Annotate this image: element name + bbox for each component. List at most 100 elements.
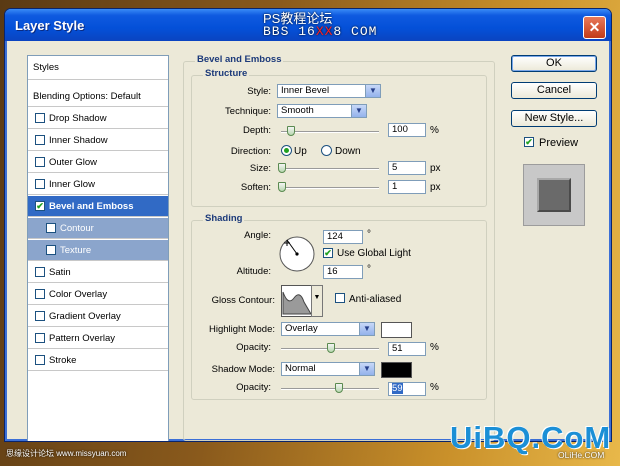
style-item-stroke[interactable]: Stroke	[28, 350, 168, 371]
highlight-opacity-thumb[interactable]	[326, 343, 335, 353]
size-slider-track[interactable]	[281, 168, 379, 170]
style-item-outer-glow[interactable]: Outer Glow	[28, 152, 168, 173]
shadow-opacity-track[interactable]	[281, 388, 379, 390]
direction-up-label: Up	[294, 146, 307, 157]
shadow-mode-label: Shadow Mode:	[211, 364, 275, 375]
gloss-contour-dropdown[interactable]: ▼	[311, 285, 323, 317]
highlight-mode-label: Highlight Mode:	[208, 324, 275, 335]
style-item-checkbox[interactable]	[35, 355, 45, 365]
dialog-title: Layer Style	[15, 18, 85, 33]
chevron-down-icon: ▼	[351, 105, 366, 117]
style-item-color-overlay[interactable]: Color Overlay	[28, 284, 168, 305]
chevron-down-icon: ▼	[359, 363, 374, 375]
altitude-label: Altitude:	[236, 266, 271, 277]
layer-style-dialog: Layer Style PS教程论坛 BBS 16XX8 COM ✕ Style…	[4, 8, 612, 442]
anti-aliased-label: Anti-aliased	[349, 294, 402, 305]
watermark-line2: BBS 16XX8 COM	[263, 24, 378, 39]
technique-select[interactable]: Smooth ▼	[277, 104, 367, 118]
shadow-color-swatch[interactable]	[381, 362, 412, 378]
direction-down-label: Down	[335, 146, 361, 157]
site-credit-left: 思缘设计论坛 www.missyuan.com	[6, 449, 127, 458]
depth-unit: %	[430, 125, 439, 136]
styles-list: Styles Blending Options: Default Drop Sh…	[27, 55, 169, 441]
blending-options[interactable]: Blending Options: Default	[28, 86, 168, 107]
style-item-bevel-and-emboss[interactable]: ✔ Bevel and Emboss	[28, 196, 168, 217]
preview-label: Preview	[539, 137, 579, 149]
direction-up-radio[interactable]	[281, 145, 292, 156]
altitude-input[interactable]: 16	[323, 265, 363, 279]
bevel-emboss-title: Bevel and Emboss	[195, 54, 284, 65]
highlight-mode-select[interactable]: Overlay ▼	[281, 322, 375, 336]
highlight-opacity-input[interactable]: 51	[388, 342, 426, 356]
style-item-label: Contour	[60, 223, 94, 234]
chevron-down-icon: ▼	[365, 85, 380, 97]
style-item-checkbox[interactable]	[35, 289, 45, 299]
style-item-checkbox[interactable]	[35, 267, 45, 277]
cancel-button[interactable]: Cancel	[511, 82, 597, 99]
anti-aliased-checkbox[interactable]	[335, 293, 345, 303]
style-item-label: Stroke	[49, 355, 77, 366]
chevron-down-icon: ▼	[359, 323, 374, 335]
highlight-opacity-unit: %	[430, 342, 439, 353]
site-credit-right: OLiHe.COM	[558, 450, 605, 460]
direction-label: Direction:	[230, 146, 271, 157]
use-global-light-checkbox[interactable]: ✔	[323, 248, 333, 258]
structure-title: Structure	[203, 68, 250, 79]
highlight-opacity-label: Opacity:	[236, 342, 271, 353]
direction-down-radio[interactable]	[321, 145, 332, 156]
angle-label: Angle:	[244, 230, 271, 241]
style-item-checkbox[interactable]	[35, 135, 45, 145]
style-item-checkbox[interactable]: ✔	[35, 201, 45, 211]
style-item-contour[interactable]: Contour	[28, 218, 168, 239]
style-item-checkbox[interactable]	[46, 245, 56, 255]
shadow-mode-select[interactable]: Normal ▼	[281, 362, 375, 376]
soften-input[interactable]: 1	[388, 180, 426, 194]
soften-unit: px	[430, 182, 441, 193]
styles-header[interactable]: Styles	[28, 56, 168, 80]
style-select[interactable]: Inner Bevel ▼	[277, 84, 381, 98]
preview-checkbox[interactable]: ✔	[524, 137, 534, 147]
style-item-checkbox[interactable]	[35, 113, 45, 123]
depth-label: Depth:	[243, 125, 271, 136]
depth-input[interactable]: 100	[388, 123, 426, 137]
technique-label: Technique:	[225, 106, 271, 117]
depth-slider-track[interactable]	[281, 131, 379, 133]
style-item-pattern-overlay[interactable]: Pattern Overlay	[28, 328, 168, 349]
gloss-contour-preview[interactable]	[281, 285, 313, 317]
new-style-button[interactable]: New Style...	[511, 110, 597, 127]
angle-dial[interactable]	[278, 235, 316, 273]
style-item-checkbox[interactable]	[35, 311, 45, 321]
style-item-label: Gradient Overlay	[49, 311, 121, 322]
style-item-checkbox[interactable]	[35, 179, 45, 189]
style-item-gradient-overlay[interactable]: Gradient Overlay	[28, 306, 168, 327]
title-bar[interactable]: Layer Style PS教程论坛 BBS 16XX8 COM ✕	[5, 9, 611, 41]
shadow-opacity-thumb[interactable]	[334, 383, 343, 393]
size-input[interactable]: 5	[388, 161, 426, 175]
style-item-label: Satin	[49, 267, 71, 278]
angle-input[interactable]: 124	[323, 230, 363, 244]
highlight-color-swatch[interactable]	[381, 322, 412, 338]
style-item-checkbox[interactable]	[35, 333, 45, 343]
style-item-label: Color Overlay	[49, 289, 108, 300]
shadow-opacity-input[interactable]: 59	[388, 382, 426, 396]
style-item-inner-shadow[interactable]: Inner Shadow	[28, 130, 168, 151]
soften-slider-thumb[interactable]	[278, 182, 286, 192]
style-item-checkbox[interactable]	[35, 157, 45, 167]
style-item-checkbox[interactable]	[46, 223, 56, 233]
style-item-label: Pattern Overlay	[49, 333, 115, 344]
soften-slider-track[interactable]	[281, 187, 379, 189]
angle-unit: °	[367, 229, 371, 240]
depth-slider-thumb[interactable]	[286, 126, 295, 136]
size-unit: px	[430, 163, 441, 174]
soften-label: Soften:	[240, 182, 271, 193]
ok-button[interactable]: OK	[511, 55, 597, 72]
style-item-satin[interactable]: Satin	[28, 262, 168, 283]
size-slider-thumb[interactable]	[278, 163, 286, 173]
close-button[interactable]: ✕	[583, 16, 606, 39]
style-item-drop-shadow[interactable]: Drop Shadow	[28, 108, 168, 129]
style-item-inner-glow[interactable]: Inner Glow	[28, 174, 168, 195]
altitude-unit: °	[367, 264, 371, 275]
chevron-down-icon: ▼	[313, 294, 321, 301]
style-item-texture[interactable]: Texture	[28, 240, 168, 261]
shadow-opacity-label: Opacity:	[236, 382, 271, 393]
